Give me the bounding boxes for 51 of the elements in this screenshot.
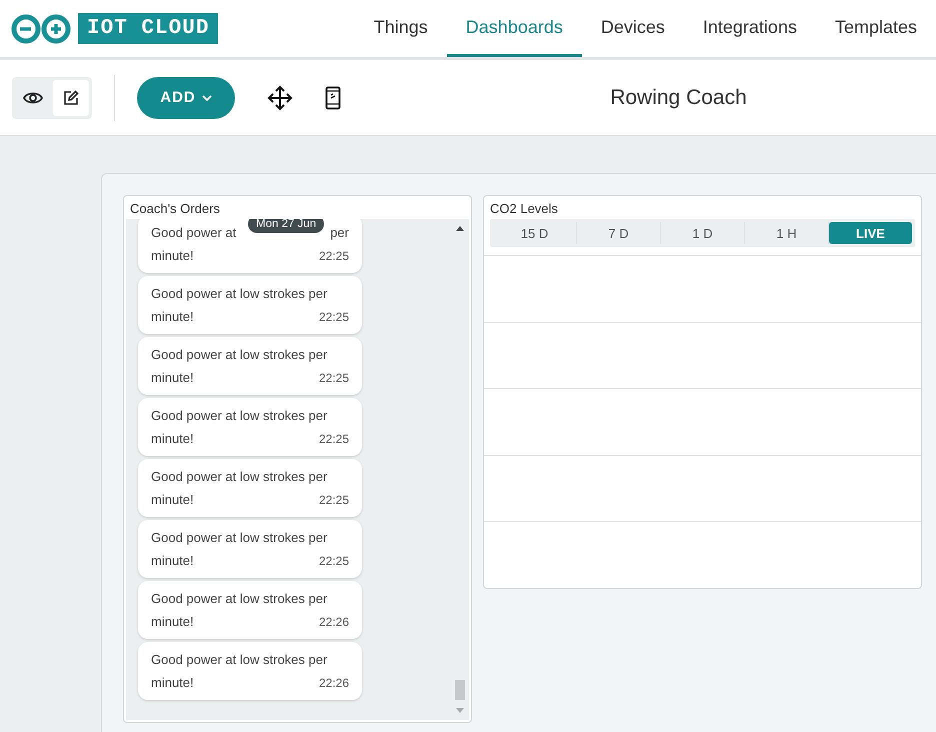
- eye-icon: [23, 90, 43, 104]
- range-tab[interactable]: 7 D: [577, 222, 661, 244]
- message-text: Good power at: [151, 225, 236, 240]
- nav-tab[interactable]: Dashboards: [446, 0, 582, 57]
- nav-tab[interactable]: Templates: [816, 0, 936, 57]
- move-button[interactable]: [267, 84, 293, 110]
- message-text: Good power at low strokes per: [151, 591, 328, 606]
- phone-icon: [325, 86, 341, 110]
- range-tab[interactable]: 1 D: [661, 222, 745, 244]
- message-text: minute!: [151, 248, 194, 263]
- nav-tab[interactable]: Things: [354, 0, 447, 57]
- edit-mode-button[interactable]: [53, 80, 89, 116]
- range-tab[interactable]: LIVE: [829, 222, 912, 244]
- message-text: Good power at low strokes per: [151, 408, 328, 423]
- message-time: 22:25: [318, 248, 349, 262]
- nav-tab[interactable]: Integrations: [684, 0, 816, 57]
- message-time: 22:25: [318, 432, 349, 446]
- message-time: 22:25: [318, 370, 349, 384]
- widget-title: Coach's Orders: [129, 200, 221, 218]
- message-text: Good power at low strokes per: [151, 469, 328, 484]
- nav-tab[interactable]: Devices: [582, 0, 684, 57]
- date-tooltip: Mon 27 Jun: [248, 219, 324, 233]
- widget-title: CO2 Levels: [489, 200, 559, 218]
- message-text: Good power at low strokes per: [151, 286, 328, 301]
- message-time: 22:26: [318, 614, 349, 628]
- message-text: minute!: [151, 309, 194, 324]
- message-text: minute!: [151, 431, 194, 446]
- message-text: minute!: [151, 553, 194, 568]
- message-text: per: [330, 225, 349, 240]
- message-text: minute!: [151, 614, 194, 629]
- range-tab[interactable]: 15 D: [493, 222, 577, 244]
- message-text: minute!: [151, 675, 194, 690]
- message-time: 22:25: [318, 492, 349, 506]
- message-text: Good power at low strokes per: [151, 652, 328, 667]
- mobile-view-button[interactable]: [325, 86, 341, 110]
- message-text: minute!: [151, 370, 194, 385]
- scroll-up-icon[interactable]: [455, 225, 465, 231]
- caret-icon: [202, 94, 212, 100]
- message-time: 22:25: [318, 554, 349, 568]
- logo-icon: [10, 14, 72, 44]
- dashboard-title: Rowing Coach: [609, 86, 748, 110]
- message-time: 22:25: [318, 310, 349, 324]
- message-text: Good power at low strokes per: [151, 530, 328, 545]
- move-icon: [267, 84, 293, 110]
- logo-text: IOT CLOUD: [78, 13, 218, 44]
- add-button[interactable]: ADD: [137, 76, 235, 118]
- scrollbar-thumb[interactable]: [455, 680, 465, 700]
- edit-icon: [63, 90, 79, 106]
- message-text: Good power at low strokes per: [151, 347, 328, 362]
- message-text: minute!: [151, 492, 194, 507]
- message-time: 22:26: [318, 676, 349, 690]
